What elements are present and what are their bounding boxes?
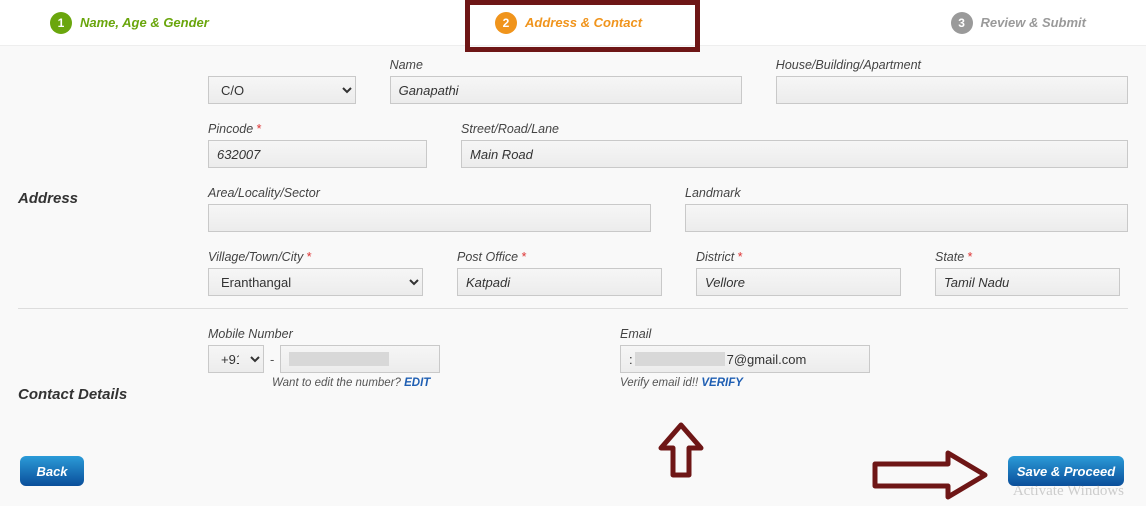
step-3-circle: 3 [951, 12, 973, 34]
state-label: State * [935, 250, 1120, 264]
back-button[interactable]: Back [20, 456, 84, 486]
street-input[interactable] [461, 140, 1128, 168]
email-verify-hint: Verify email id!! VERIFY [620, 377, 870, 389]
email-verify-link[interactable]: VERIFY [701, 377, 743, 389]
name-input[interactable] [390, 76, 742, 104]
district-input[interactable] [696, 268, 901, 296]
annotation-arrow-up-icon [656, 420, 706, 480]
district-label: District * [696, 250, 901, 264]
step-1-circle: 1 [50, 12, 72, 34]
save-proceed-button[interactable]: Save & Proceed [1008, 456, 1124, 486]
step-2-label: Address & Contact [525, 15, 642, 30]
house-label: House/Building/Apartment [776, 58, 1128, 72]
village-select[interactable]: Eranthangal [208, 268, 423, 296]
area-input[interactable] [208, 204, 651, 232]
step-address-contact[interactable]: 2 Address & Contact [495, 12, 642, 34]
annotation-arrow-right-icon [870, 450, 990, 500]
area-label: Area/Locality/Sector [208, 186, 651, 200]
care-of-select[interactable]: C/O [208, 76, 356, 104]
village-label: Village/Town/City * [208, 250, 423, 264]
po-label: Post Office * [457, 250, 662, 264]
name-label: Name [390, 58, 742, 72]
section-divider [18, 308, 1128, 309]
mobile-input[interactable] [280, 345, 440, 373]
street-label: Street/Road/Lane [461, 122, 1128, 136]
mobile-dial-select[interactable]: +91 [208, 345, 264, 373]
pincode-input[interactable] [208, 140, 427, 168]
pincode-label: Pincode * [208, 122, 427, 136]
state-input[interactable] [935, 268, 1120, 296]
mobile-separator: - [270, 352, 274, 367]
step-1-label: Name, Age & Gender [80, 15, 209, 30]
house-input[interactable] [776, 76, 1128, 104]
address-section-title: Address [18, 190, 78, 207]
spacer-label [208, 58, 356, 72]
mobile-label: Mobile Number [208, 327, 458, 341]
email-label: Email [620, 327, 870, 341]
step-3-label: Review & Submit [981, 15, 1086, 30]
mobile-edit-link[interactable]: EDIT [404, 377, 430, 389]
mobile-edit-hint: Want to edit the number? EDIT [208, 377, 458, 389]
landmark-input[interactable] [685, 204, 1128, 232]
email-input[interactable]: : 7@gmail.com [620, 345, 870, 373]
form-content: C/O Name House/Building/Apartment Pincod… [0, 46, 1146, 389]
step-review-submit[interactable]: 3 Review & Submit [951, 12, 1086, 34]
step-name-age-gender[interactable]: 1 Name, Age & Gender [50, 12, 209, 34]
contact-section-title: Contact Details [18, 386, 127, 403]
po-input[interactable] [457, 268, 662, 296]
step-2-circle: 2 [495, 12, 517, 34]
stepper: 1 Name, Age & Gender 2 Address & Contact… [0, 0, 1146, 46]
landmark-label: Landmark [685, 186, 1128, 200]
windows-watermark: Activate Windows [1013, 483, 1124, 500]
